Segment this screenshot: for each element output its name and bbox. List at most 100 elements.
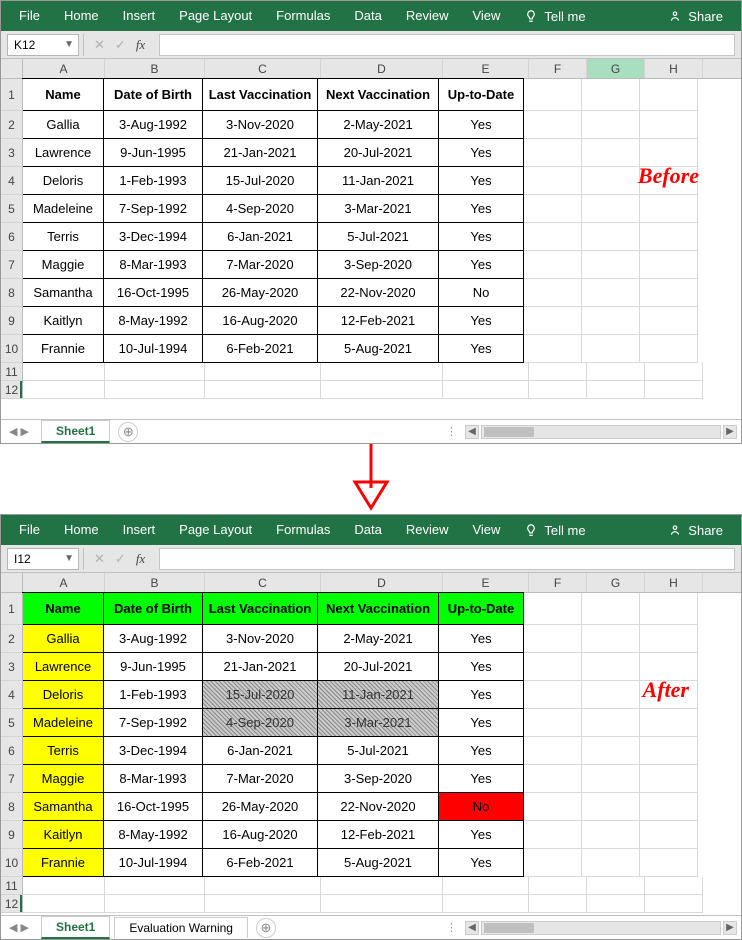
cell[interactable] (524, 625, 582, 653)
cell[interactable] (582, 849, 640, 877)
col-header-F[interactable]: F (529, 59, 587, 78)
cell[interactable] (582, 593, 640, 625)
cell[interactable]: 9-Jun-1995 (103, 652, 203, 681)
col-header-A[interactable]: A (23, 573, 105, 592)
cell[interactable]: 5-Aug-2021 (317, 334, 439, 363)
cell[interactable]: 5-Aug-2021 (317, 848, 439, 877)
cell[interactable] (582, 625, 640, 653)
cell[interactable] (105, 381, 205, 399)
ribbon-tab-file[interactable]: File (7, 1, 52, 31)
row-header[interactable]: 5 (1, 195, 23, 223)
row-header[interactable]: 4 (1, 167, 23, 195)
cell[interactable]: Yes (438, 334, 524, 363)
cell[interactable] (529, 381, 587, 399)
cell[interactable] (443, 895, 529, 913)
cell[interactable] (105, 363, 205, 381)
ribbon-tab-view[interactable]: View (460, 515, 512, 545)
cell[interactable]: 10-Jul-1994 (103, 848, 203, 877)
cell[interactable] (524, 593, 582, 625)
tell-me-search[interactable]: Tell me (512, 9, 597, 24)
cell[interactable]: 1-Feb-1993 (103, 680, 203, 709)
cell[interactable]: 3-Nov-2020 (202, 624, 318, 653)
cell[interactable]: 6-Jan-2021 (202, 222, 318, 251)
col-header-D[interactable]: D (321, 59, 443, 78)
cell[interactable] (582, 79, 640, 111)
cell[interactable]: 5-Jul-2021 (317, 736, 439, 765)
cell[interactable] (640, 793, 698, 821)
row-header[interactable]: 8 (1, 279, 23, 307)
cell[interactable] (640, 307, 698, 335)
cell[interactable]: 12-Feb-2021 (317, 820, 439, 849)
cell[interactable]: 26-May-2020 (202, 278, 318, 307)
formula-input[interactable] (159, 548, 735, 570)
cell[interactable] (582, 681, 640, 709)
cell[interactable] (321, 895, 443, 913)
add-sheet-button[interactable]: ⊕ (118, 422, 138, 442)
cell[interactable]: 8-Mar-1993 (103, 764, 203, 793)
fx-icon[interactable]: fx (136, 37, 145, 53)
cell[interactable] (640, 625, 698, 653)
row-header[interactable]: 11 (1, 363, 23, 381)
cell[interactable] (640, 79, 698, 111)
cell[interactable] (582, 279, 640, 307)
cell[interactable] (645, 895, 703, 913)
row-header[interactable]: 9 (1, 307, 23, 335)
ribbon-tab-data[interactable]: Data (342, 515, 393, 545)
cell[interactable] (524, 681, 582, 709)
cell[interactable]: Up-to-Date (438, 78, 524, 111)
col-header-A[interactable]: A (23, 59, 105, 78)
col-header-C[interactable]: C (205, 59, 321, 78)
cell[interactable] (640, 821, 698, 849)
cell[interactable]: 3-Dec-1994 (103, 222, 203, 251)
cell[interactable]: 7-Mar-2020 (202, 764, 318, 793)
cell[interactable]: 8-Mar-1993 (103, 250, 203, 279)
cell[interactable] (640, 737, 698, 765)
cell[interactable]: 3-Mar-2021 (317, 708, 439, 737)
ribbon-tab-data[interactable]: Data (342, 1, 393, 31)
cell[interactable]: Name (22, 592, 104, 625)
scroll-right-arrow[interactable]: ▶ (723, 921, 737, 935)
cell[interactable] (23, 877, 105, 895)
cell[interactable]: Next Vaccination (317, 78, 439, 111)
cell[interactable]: 26-May-2020 (202, 792, 318, 821)
cell[interactable] (645, 381, 703, 399)
cell[interactable]: Maggie (22, 764, 104, 793)
cell[interactable] (587, 877, 645, 895)
cell[interactable] (582, 251, 640, 279)
row-header[interactable]: 3 (1, 653, 23, 681)
cell[interactable] (105, 877, 205, 895)
cell[interactable] (582, 709, 640, 737)
cell[interactable] (524, 79, 582, 111)
cell[interactable] (640, 593, 698, 625)
col-header-H[interactable]: H (645, 573, 703, 592)
cell[interactable]: 7-Sep-1992 (103, 708, 203, 737)
cell[interactable]: 2-May-2021 (317, 624, 439, 653)
row-header[interactable]: 10 (1, 849, 23, 877)
row-header[interactable]: 9 (1, 821, 23, 849)
row-header[interactable]: 12 (1, 895, 23, 913)
cell[interactable] (205, 363, 321, 381)
ribbon-tab-review[interactable]: Review (394, 515, 461, 545)
cell[interactable]: Up-to-Date (438, 592, 524, 625)
col-header-E[interactable]: E (443, 573, 529, 592)
fx-icon[interactable]: fx (136, 551, 145, 567)
cell[interactable]: 1-Feb-1993 (103, 166, 203, 195)
cell[interactable]: Kaitlyn (22, 306, 104, 335)
tab-nav[interactable]: ◀ ▶ (1, 425, 37, 438)
cell[interactable]: Terris (22, 222, 104, 251)
cell[interactable]: Yes (438, 250, 524, 279)
cell[interactable]: 3-Nov-2020 (202, 110, 318, 139)
cell[interactable]: Last Vaccination (202, 78, 318, 111)
scroll-track[interactable] (481, 921, 721, 935)
row-header[interactable]: 1 (1, 79, 23, 111)
cell[interactable] (205, 895, 321, 913)
cell[interactable] (321, 877, 443, 895)
cell[interactable] (23, 381, 105, 399)
check-icon[interactable]: ✓ (115, 551, 126, 567)
row-header[interactable]: 4 (1, 681, 23, 709)
cell[interactable] (645, 877, 703, 895)
cell[interactable]: 2-May-2021 (317, 110, 439, 139)
col-header-D[interactable]: D (321, 573, 443, 592)
row-header[interactable]: 2 (1, 625, 23, 653)
cell[interactable] (524, 765, 582, 793)
